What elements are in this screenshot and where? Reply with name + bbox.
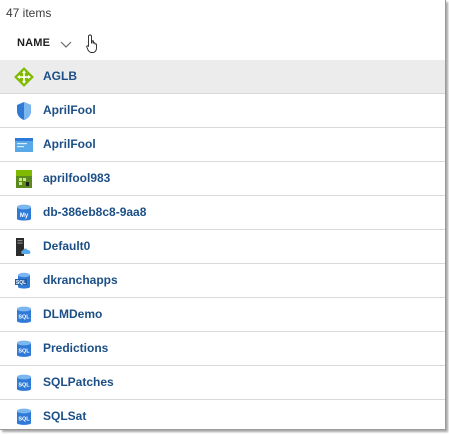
- traffic-manager-icon: [14, 67, 34, 87]
- resource-name[interactable]: dkranchapps: [43, 273, 118, 287]
- list-header: NAME: [0, 26, 445, 61]
- chevron-down-icon[interactable]: [60, 37, 72, 49]
- sql-database-icon: SQL: [14, 339, 34, 359]
- svg-text:SQL: SQL: [18, 315, 30, 321]
- resource-name[interactable]: AGLB: [43, 69, 77, 83]
- resource-row[interactable]: SQL SQLPatches: [0, 366, 445, 400]
- resource-name[interactable]: AprilFool: [43, 137, 96, 151]
- resource-name[interactable]: SQLSat: [43, 409, 86, 423]
- resource-name[interactable]: Predictions: [43, 341, 108, 355]
- svg-text:SQL: SQL: [18, 417, 30, 423]
- mysql-database-icon: My: [14, 203, 34, 223]
- sql-database-icon: SQL: [14, 407, 34, 427]
- resource-row[interactable]: SQL Predictions: [0, 332, 445, 366]
- hand-pointer-cursor-icon: [86, 34, 100, 54]
- resource-row[interactable]: SQL dkranchapps: [0, 264, 445, 298]
- resource-name[interactable]: aprilfool983: [43, 171, 110, 185]
- resource-row[interactable]: AprilFool: [0, 128, 445, 162]
- web-app-window-icon: [14, 135, 34, 155]
- shield-icon: [14, 101, 34, 121]
- item-count: 47 items: [6, 6, 52, 20]
- resource-name[interactable]: db-386eb8c8-9aa8: [43, 205, 146, 219]
- resource-name[interactable]: DLMDemo: [43, 307, 102, 321]
- sql-server-icon: SQL: [14, 271, 34, 291]
- resource-name[interactable]: Default0: [43, 239, 90, 253]
- resource-list-panel: 47 items NAME AGLB AprilFool AprilFool apri…: [0, 0, 446, 430]
- sql-database-icon: SQL: [14, 373, 34, 393]
- resource-list: AGLB AprilFool AprilFool aprilfool983 My db-3…: [0, 60, 445, 429]
- resource-row[interactable]: My db-386eb8c8-9aa8: [0, 196, 445, 230]
- cloud-server-icon: [14, 237, 34, 257]
- svg-text:SQL: SQL: [18, 383, 30, 389]
- resource-row[interactable]: SQL SQLSat: [0, 400, 445, 429]
- resource-row[interactable]: aprilfool983: [0, 162, 445, 196]
- resource-name[interactable]: AprilFool: [43, 103, 96, 117]
- svg-text:SQL: SQL: [18, 349, 30, 355]
- resource-row[interactable]: SQL DLMDemo: [0, 298, 445, 332]
- storage-account-icon: [14, 169, 34, 189]
- sql-database-icon: SQL: [14, 305, 34, 325]
- resource-row[interactable]: AGLB: [0, 60, 445, 94]
- svg-text:SQL: SQL: [16, 280, 26, 286]
- resource-row[interactable]: Default0: [0, 230, 445, 264]
- resource-name[interactable]: SQLPatches: [43, 375, 114, 389]
- name-column-header[interactable]: NAME: [17, 33, 72, 53]
- resource-row[interactable]: AprilFool: [0, 94, 445, 128]
- name-column-label: NAME: [17, 37, 51, 49]
- svg-text:My: My: [20, 213, 29, 219]
